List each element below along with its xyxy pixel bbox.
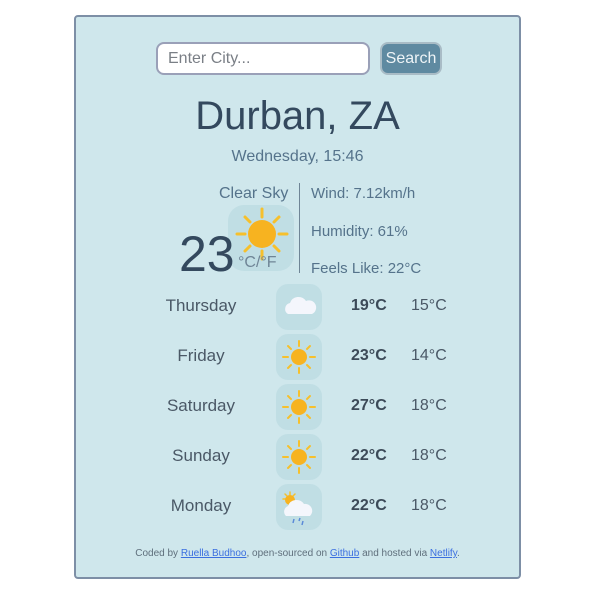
footer-text: , open-sourced on — [246, 548, 330, 559]
forecast-high: 22°C — [351, 447, 387, 464]
celsius-link[interactable]: °C — [238, 254, 256, 271]
wind-speed: Wind: 7.12km/h — [311, 185, 416, 202]
search-form: Search — [156, 42, 442, 75]
forecast-high: 19°C — [351, 297, 387, 314]
forecast-high: 22°C — [351, 497, 387, 514]
current-temperature: 23 — [179, 226, 235, 282]
forecast-day: Saturday — [166, 396, 236, 415]
footer-text: Coded by — [135, 548, 181, 559]
forecast-day: Thursday — [165, 296, 237, 315]
sun-icon — [276, 334, 322, 380]
forecast-high: 23°C — [351, 347, 387, 364]
sun-icon — [276, 384, 322, 430]
footer-text: and hosted via — [359, 548, 430, 559]
github-link[interactable]: Github — [330, 548, 359, 559]
forecast-row: Sunday 22°C 18°C — [76, 432, 519, 482]
forecast-low: 18°C — [411, 497, 447, 514]
forecast-row: Monday 22°C 18°C — [76, 482, 519, 532]
sun-cloud-rain-icon — [276, 484, 322, 530]
current-datetime: Wednesday, 15:46 — [231, 148, 364, 165]
forecast-day: Monday — [170, 496, 232, 515]
forecast-low: 15°C — [411, 297, 447, 314]
footer: Coded by Ruella Budhoo, open-sourced on … — [76, 548, 519, 559]
fahrenheit-link[interactable]: °F — [260, 254, 276, 271]
search-button[interactable]: Search — [380, 42, 442, 75]
forecast-row: Thursday 19°C 15°C — [76, 282, 519, 332]
weather-card: Search Durban, ZA Wednesday, 15:46 Clear… — [74, 15, 521, 579]
netlify-link[interactable]: Netlify — [430, 548, 457, 559]
forecast-row: Friday 23°C 14°C — [76, 332, 519, 382]
forecast-row: Saturday 27°C 18°C — [76, 382, 519, 432]
city-name: Durban, ZA — [195, 94, 400, 138]
forecast-high: 27°C — [351, 397, 387, 414]
sun-icon — [276, 434, 322, 480]
forecast-low: 18°C — [411, 447, 447, 464]
unit-toggle: °C/°F — [238, 254, 277, 272]
cloud-icon — [276, 284, 322, 330]
forecast-low: 18°C — [411, 397, 447, 414]
city-search-input[interactable] — [156, 42, 370, 75]
humidity: Humidity: 61% — [311, 223, 408, 240]
feels-like: Feels Like: 22°C — [311, 260, 422, 277]
author-link[interactable]: Ruella Budhoo — [181, 548, 247, 559]
footer-text: . — [456, 548, 460, 559]
details-divider — [299, 183, 300, 273]
forecast-day: Friday — [177, 346, 225, 365]
forecast-low: 14°C — [411, 347, 447, 364]
forecast-day: Sunday — [172, 446, 230, 465]
